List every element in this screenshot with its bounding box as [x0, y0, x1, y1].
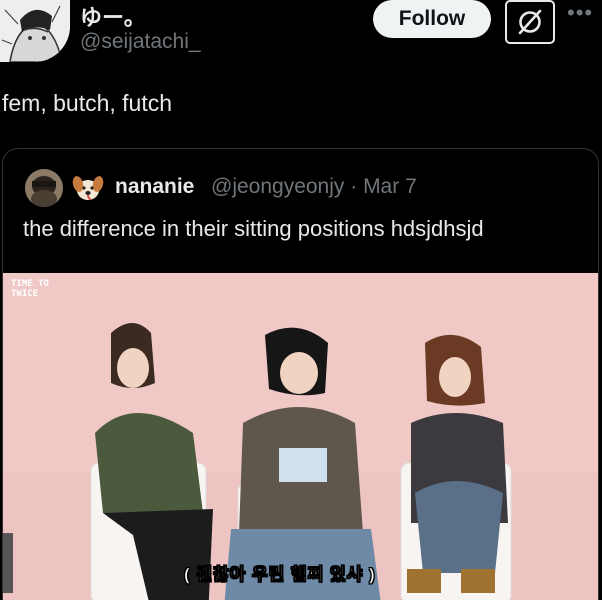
author-avatar[interactable] [0, 0, 70, 62]
grok-button[interactable] [505, 0, 555, 44]
avatar-photo-icon [25, 169, 63, 207]
quoted-media-image[interactable]: TIME TO TWICE ( 괜찮아 우린 햄찌 있샤 ) [3, 273, 598, 600]
quoted-tweet-text: the difference in their sitting position… [23, 216, 484, 241]
more-icon: ••• [567, 0, 594, 25]
watermark-logo: TIME TO TWICE [11, 279, 49, 299]
video-still-illustration [3, 273, 598, 600]
dog-face-emoji-icon [71, 171, 105, 205]
quoted-tweet-card[interactable]: nananie @jeongyeonjy · Mar 7 the differe… [2, 148, 599, 600]
quoted-author-avatar[interactable] [25, 169, 63, 207]
quoted-author-handle-date[interactable]: @jeongyeonjy · Mar 7 [211, 175, 417, 199]
grok-icon [518, 9, 542, 35]
quoted-author-name[interactable]: nananie [115, 175, 194, 199]
more-options-button[interactable]: ••• [567, 2, 599, 26]
tweet-text: fem, butch, futch [2, 90, 173, 116]
follow-button[interactable]: Follow [373, 0, 491, 38]
author-handle[interactable]: @seijatachi_ [80, 30, 201, 54]
video-subtitle: ( 괜찮아 우린 햄찌 있샤 ) [184, 565, 376, 585]
author-display-name[interactable]: ゆー。 [80, 0, 146, 32]
avatar-illustration-icon [0, 0, 70, 62]
